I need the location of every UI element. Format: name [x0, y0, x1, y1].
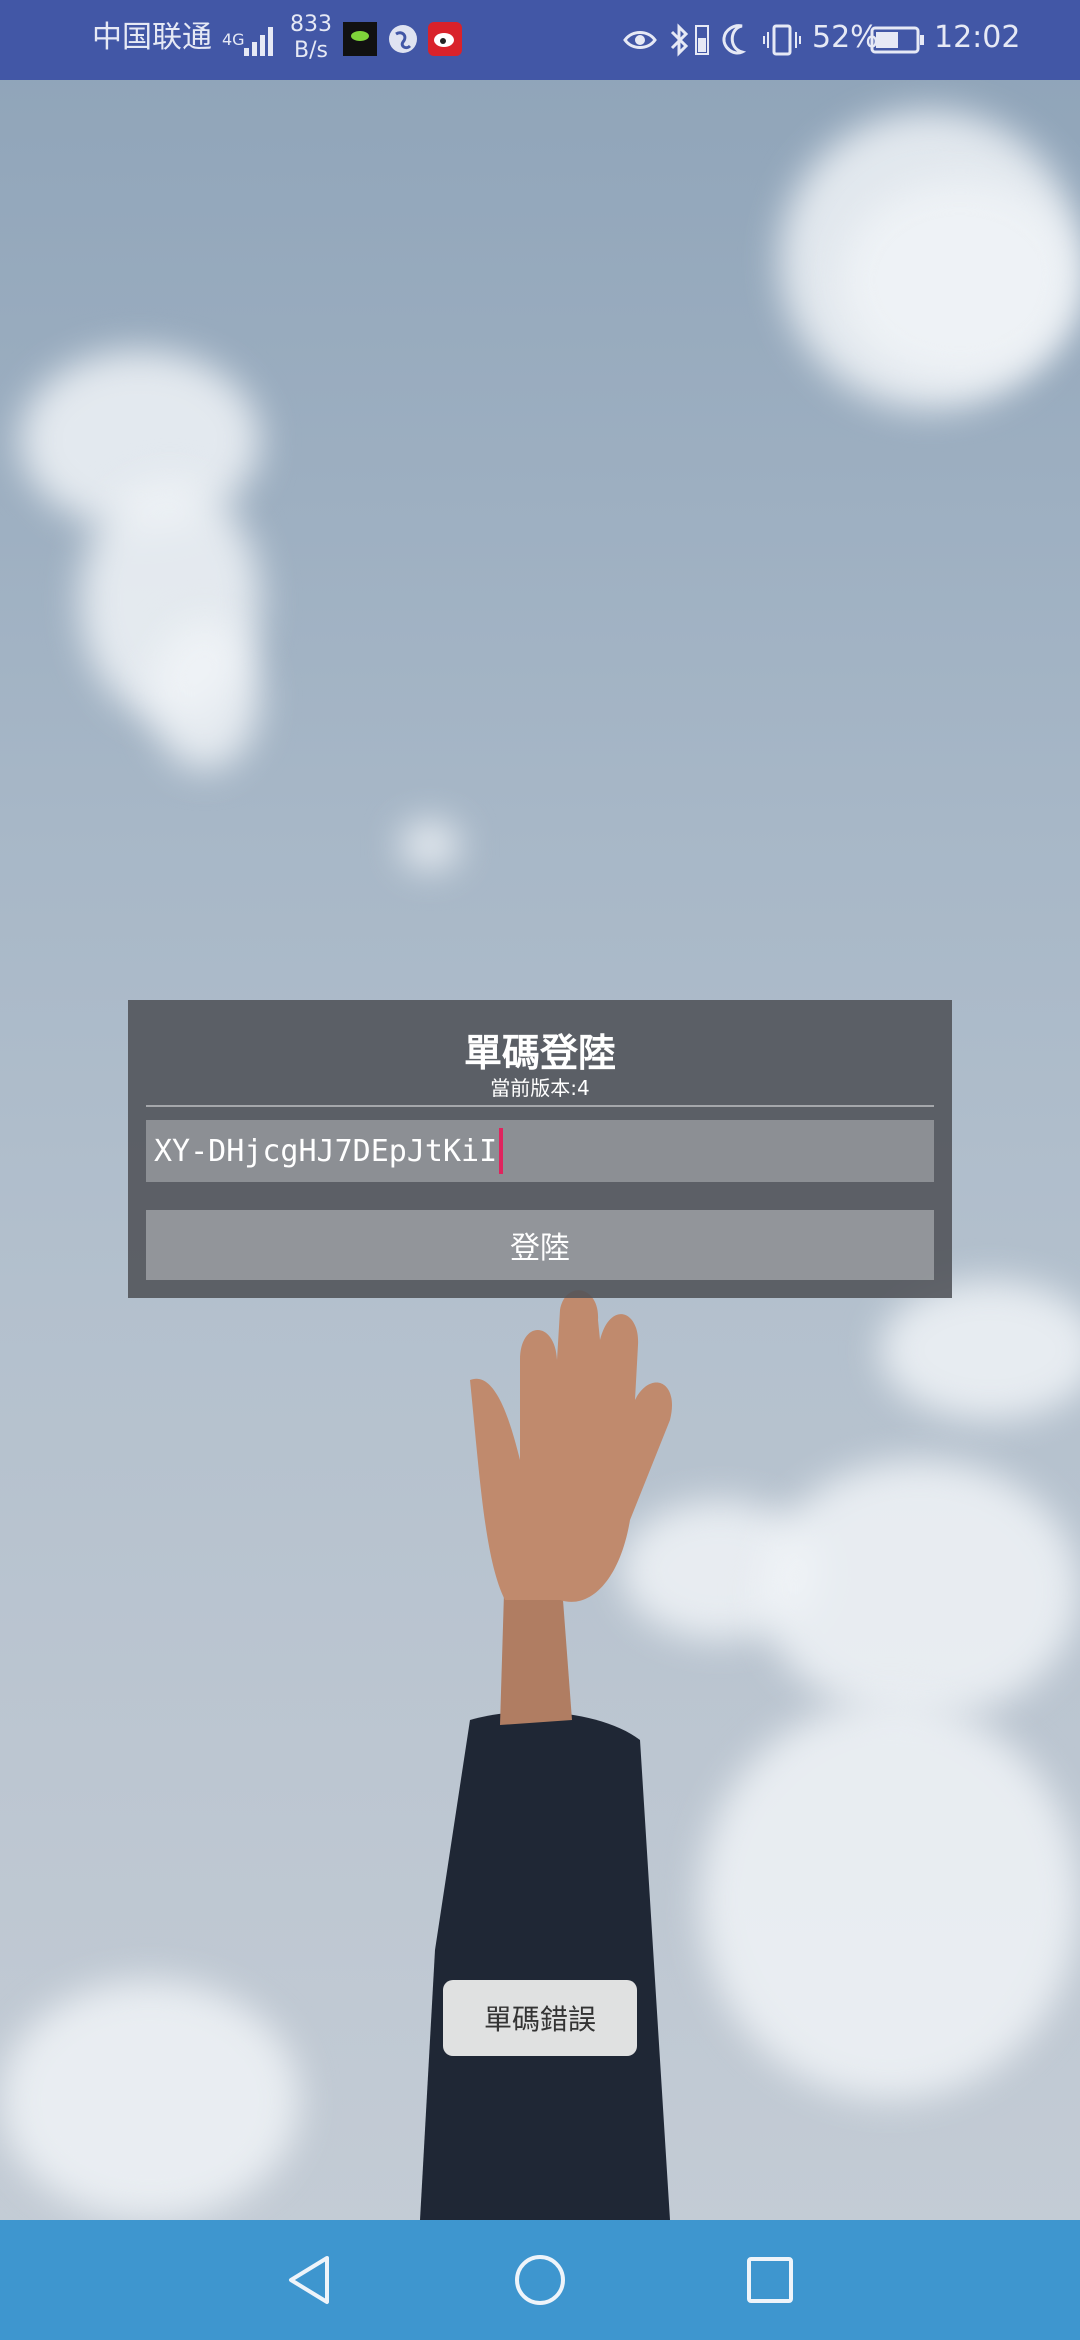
net-speed: 833 B/s [290, 12, 332, 64]
status-bar: 中国联通 4G 833 B/s 52% 12:02 [0, 0, 1080, 80]
battery-icon [870, 26, 924, 54]
signal-icon [244, 27, 273, 56]
carrier-label: 中国联通 [92, 20, 212, 55]
recents-button[interactable] [735, 2245, 805, 2315]
net-speed-unit: B/s [294, 38, 328, 63]
square-recents-icon [747, 2257, 793, 2303]
navigation-bar [0, 2220, 1080, 2340]
app-notification-icon [343, 22, 377, 56]
login-panel: 單碼登陸 當前版本:4 XY-DHjcgHJ7DEpJtKiI 登陸 [128, 1000, 952, 1298]
login-button[interactable]: 登陸 [146, 1210, 934, 1280]
do-not-disturb-moon-icon [722, 24, 747, 55]
sleeve [420, 1711, 670, 2220]
card-code-input[interactable]: XY-DHjcgHJ7DEpJtKiI [146, 1120, 934, 1182]
login-title: 單碼登陸 [463, 1031, 616, 1075]
battery-percent: 52% [812, 20, 879, 55]
error-toast: 單碼錯誤 [443, 1980, 637, 2056]
battery-small-icon [695, 25, 709, 55]
version-label: 當前版本:4 [490, 1076, 590, 1100]
back-button[interactable] [274, 2245, 344, 2315]
clock: 12:02 [934, 20, 1021, 55]
browser-icon [389, 25, 417, 53]
vibrate-icon [763, 24, 801, 56]
divider [146, 1105, 934, 1107]
card-code-value: XY-DHjcgHJ7DEpJtKiI [154, 1133, 498, 1169]
arm [500, 1560, 572, 1725]
home-button[interactable] [505, 2245, 575, 2315]
triangle-back-icon [289, 2256, 329, 2304]
net-speed-value: 833 [290, 12, 332, 37]
circle-home-icon [515, 2255, 565, 2305]
screen: 中国联通 4G 833 B/s 52% 12:02 單碼登陸 當前版本:4 XY… [0, 0, 1080, 2340]
eye-comfort-icon [623, 31, 657, 49]
text-caret [499, 1128, 504, 1174]
bluetooth-icon [670, 23, 689, 57]
weibo-icon [428, 22, 462, 56]
